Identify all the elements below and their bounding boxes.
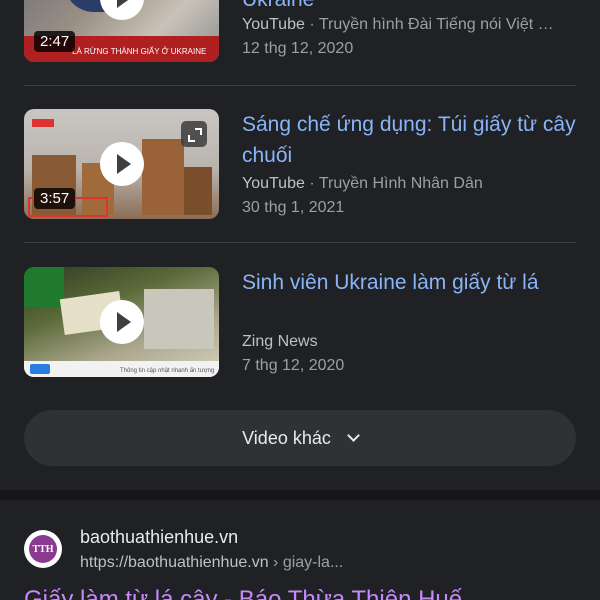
thumbnail-bag: [142, 139, 184, 215]
thumbnail-logo: [32, 119, 54, 127]
video-channel: Truyền Hình Nhân Dân: [318, 175, 483, 192]
video-date: 30 thg 1, 2021: [242, 199, 345, 216]
site-favicon[interactable]: TTH: [24, 530, 62, 568]
result-title-link[interactable]: Giấy làm từ lá cây - Báo Thừa Thiên Huế: [24, 586, 462, 600]
video-thumbnail[interactable]: LÀ RỪNG THÀNH GIẤY Ở UKRAINE 2:47: [24, 0, 219, 62]
thumbnail-paper: [144, 289, 214, 349]
divider: [24, 85, 576, 86]
play-icon: [99, 142, 144, 186]
separator: ·: [304, 16, 319, 33]
thumbnail-leaves: [24, 267, 64, 307]
video-title[interactable]: Ukraine: [242, 0, 582, 15]
video-result-1[interactable]: LÀ RỪNG THÀNH GIẤY Ở UKRAINE 2:47 Ukrain…: [0, 0, 600, 110]
video-thumbnail[interactable]: 3:57: [24, 109, 219, 219]
video-results-page: LÀ RỪNG THÀNH GIẤY Ở UKRAINE 2:47 Ukrain…: [0, 0, 600, 600]
favicon-text: TTH: [32, 543, 54, 555]
play-icon: [99, 300, 144, 344]
video-source: YouTube · Truyền Hình Nhân Dân: [242, 175, 582, 193]
video-date: 12 thg 12, 2020: [242, 40, 354, 57]
video-platform: Zing News: [242, 333, 318, 350]
video-date: 7 thg 12, 2020: [242, 357, 345, 374]
separator: ·: [304, 175, 319, 192]
site-url[interactable]: https://baothuathienhue.vn › giay-la...: [80, 554, 343, 572]
video-thumbnail[interactable]: Thông tin cập nhật nhanh ấn tượng: [24, 267, 219, 377]
video-platform: YouTube: [242, 175, 305, 192]
more-videos-label: Video khác: [242, 427, 331, 448]
video-platform: YouTube: [242, 16, 305, 33]
video-channel: Truyền hình Đài Tiếng nói Việt …: [318, 16, 554, 33]
thumbnail-caption: Thông tin cập nhật nhanh ấn tượng: [120, 368, 215, 374]
video-source: YouTube · Truyền hình Đài Tiếng nói Việt…: [242, 16, 582, 34]
video-title[interactable]: Sinh viên Ukraine làm giấy từ lá: [242, 267, 582, 298]
more-videos-button[interactable]: Video khác: [24, 410, 576, 466]
chevron-down-icon: [346, 429, 360, 442]
video-duration: 3:57: [34, 188, 76, 209]
thumbnail-bag: [184, 167, 212, 215]
site-name[interactable]: baothuathienhue.vn: [80, 527, 238, 548]
divider: [24, 242, 576, 243]
section-separator: [0, 490, 600, 500]
video-source: Zing News: [242, 333, 582, 351]
video-result-2[interactable]: 3:57 Sáng chế ứng dụng: Túi giấy từ cây …: [0, 109, 600, 267]
play-icon: [99, 0, 144, 20]
video-result-3[interactable]: Thông tin cập nhật nhanh ấn tượng Sinh v…: [0, 267, 600, 425]
video-duration: 2:47: [34, 31, 76, 52]
expand-icon[interactable]: [181, 121, 207, 147]
site-url-base: https://baothuathienhue.vn: [80, 554, 269, 571]
site-url-path: › giay-la...: [268, 554, 344, 571]
thumbnail-caption: LÀ RỪNG THÀNH GIẤY Ở UKRAINE: [72, 47, 207, 56]
video-title[interactable]: Sáng chế ứng dụng: Túi giấy từ cây chuối: [242, 109, 582, 171]
thumbnail-logo: [30, 364, 50, 374]
favicon-badge: TTH: [29, 535, 57, 563]
